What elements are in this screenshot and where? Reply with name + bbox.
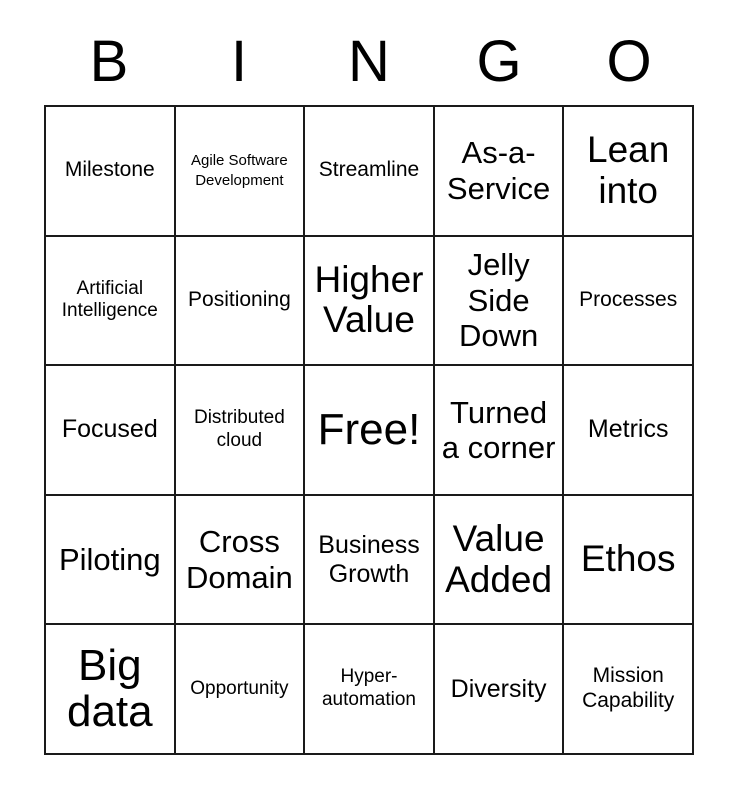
bingo-cell-label: Mission Capability	[582, 664, 675, 713]
bingo-cell-label: Processes	[579, 288, 678, 311]
bingo-cell-label: Metrics	[587, 415, 669, 444]
bingo-cell[interactable]: Agile Software Development	[175, 107, 306, 237]
bingo-cell-label: Milestone	[64, 158, 155, 182]
bingo-cell[interactable]: Artificial Intelligence	[46, 236, 176, 367]
bingo-cell[interactable]: Big data	[46, 625, 176, 755]
bingo-cell-label: Ethos	[580, 538, 676, 580]
bingo-cell[interactable]: Positioning	[175, 236, 306, 367]
bingo-cell-label: Distributed cloud	[193, 407, 285, 451]
bingo-cell[interactable]: Piloting	[46, 495, 176, 626]
bingo-cell[interactable]: Value Added	[434, 495, 565, 626]
bingo-cell[interactable]: Opportunity	[175, 625, 306, 755]
bingo-cell[interactable]: Focused	[46, 366, 176, 496]
bingo-cell[interactable]: Lean into	[564, 107, 694, 237]
bingo-cell-label: Lean into	[587, 129, 670, 211]
bingo-cell-label: Agile Software Development	[191, 152, 288, 189]
bingo-cell-label: Free!	[317, 404, 421, 454]
bingo-cell[interactable]: Diversity	[434, 625, 565, 755]
bingo-cell-label: Cross Domain	[185, 524, 293, 595]
bingo-header-letter-o: O	[606, 29, 652, 94]
bingo-cell[interactable]: Streamline	[305, 107, 435, 237]
bingo-cell[interactable]: Hyper-automation	[305, 625, 435, 755]
bingo-cell-label: Business Growth	[318, 530, 420, 588]
bingo-cell[interactable]: Distributed cloud	[175, 366, 306, 496]
bingo-cell-label: Opportunity	[190, 677, 289, 699]
bingo-cell-label: Piloting	[58, 541, 161, 577]
bingo-cell[interactable]: Higher Value	[305, 236, 435, 367]
bingo-cell[interactable]: Ethos	[564, 495, 694, 626]
bingo-cell-label: Diversity	[450, 674, 547, 703]
bingo-cell[interactable]: As-a-Service	[434, 107, 565, 237]
bingo-cell-label: Jelly Side Down	[458, 247, 539, 354]
bingo-cell[interactable]: Milestone	[46, 107, 176, 237]
bingo-header-letter-n: N	[348, 29, 390, 94]
bingo-cell[interactable]: Business Growth	[305, 495, 435, 626]
bingo-card: B I N G O Milestone Agile Software Develo…	[0, 0, 736, 800]
bingo-cell[interactable]: Processes	[564, 236, 694, 367]
bingo-cell[interactable]: Metrics	[564, 366, 694, 496]
bingo-header-row: B I N G O	[44, 22, 694, 102]
bingo-cell[interactable]: Mission Capability	[564, 625, 694, 755]
bingo-cell[interactable]: Turned a corner	[434, 366, 565, 496]
bingo-header-letter-i: I	[230, 29, 248, 94]
bingo-grid: Milestone Agile Software Development Strea…	[44, 105, 694, 755]
bingo-cell-label: Streamline	[318, 158, 420, 182]
bingo-cell-label: Positioning	[188, 288, 291, 311]
bingo-cell-label: Focused	[61, 415, 158, 444]
bingo-cell[interactable]: Jelly Side Down	[434, 236, 565, 367]
bingo-cell[interactable]: Cross Domain	[175, 495, 306, 626]
bingo-header-letter-b: B	[89, 29, 129, 94]
bingo-header-letter-g: G	[476, 29, 522, 94]
bingo-cell-label: Higher Value	[314, 258, 424, 341]
bingo-cell-label: Turned a corner	[441, 394, 556, 465]
bingo-cell-label: Value Added	[445, 517, 553, 600]
bingo-cell[interactable]: Free!	[305, 366, 435, 496]
bingo-cell-label: As-a-Service	[446, 135, 551, 206]
bingo-cell-label: Hyper-automation	[321, 666, 416, 711]
bingo-cell-label: Artificial Intelligence	[61, 277, 158, 322]
bingo-cell-label: Big data	[66, 641, 153, 737]
